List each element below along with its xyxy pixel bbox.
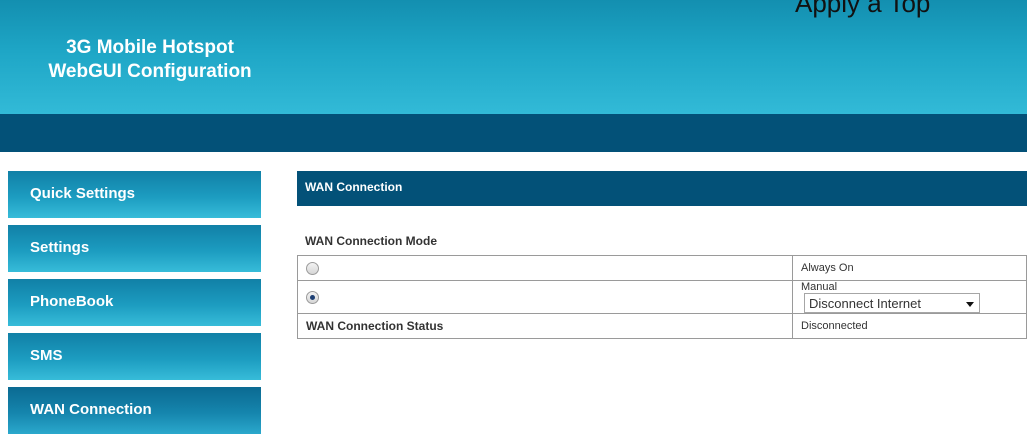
main-content: WAN Connection WAN Connection Mode Alway… bbox=[297, 171, 1027, 339]
app-title: 3G Mobile Hotspot WebGUI Configuration bbox=[30, 36, 270, 84]
manual-action-value: Disconnect Internet bbox=[809, 296, 922, 311]
sidebar-item-phonebook[interactable]: PhoneBook bbox=[8, 279, 261, 326]
wan-status-value: Disconnected bbox=[801, 320, 868, 332]
always-on-radio[interactable] bbox=[306, 262, 319, 276]
sidebar-item-settings[interactable]: Settings bbox=[8, 225, 261, 272]
manual-radio[interactable] bbox=[306, 291, 319, 305]
wan-mode-label: WAN Connection Mode bbox=[305, 234, 437, 248]
sidebar-item-label: Quick Settings bbox=[30, 185, 136, 202]
sidebar-item-label: Settings bbox=[30, 239, 90, 256]
sidebar-item-label: PhoneBook bbox=[30, 293, 114, 310]
sidebar-item-sms[interactable]: SMS bbox=[8, 333, 261, 380]
chevron-down-icon bbox=[966, 302, 974, 307]
manual-label: Manual bbox=[801, 281, 838, 293]
app-title-line2: WebGUI Configuration bbox=[48, 61, 252, 82]
always-on-label: Always On bbox=[801, 262, 854, 274]
header: 3G Mobile Hotspot WebGUI Configuration A… bbox=[0, 0, 1027, 114]
wan-settings-table: Always On Manual Disconnect Internet WAN… bbox=[297, 255, 1027, 339]
wan-status-label: WAN Connection Status bbox=[306, 319, 444, 333]
table-row: WAN Connection Status Disconnected bbox=[297, 313, 1027, 339]
section-title: WAN Connection bbox=[305, 180, 403, 194]
sidebar-item-quick-settings[interactable]: Quick Settings bbox=[8, 171, 261, 218]
top-overlay-text: Apply a Top bbox=[795, 0, 931, 18]
sidebar-item-label: SMS bbox=[30, 347, 63, 364]
app-title-line1: 3G Mobile Hotspot bbox=[66, 37, 234, 58]
sidebar: Quick Settings Settings PhoneBook SMS WA… bbox=[8, 171, 261, 441]
sidebar-item-wan-connection[interactable]: WAN Connection bbox=[8, 387, 261, 434]
table-row: Always On bbox=[297, 255, 1027, 281]
table-row: Manual Disconnect Internet bbox=[297, 280, 1027, 314]
sidebar-item-label: WAN Connection bbox=[30, 401, 152, 418]
manual-action-select[interactable]: Disconnect Internet bbox=[804, 293, 980, 313]
section-header: WAN Connection bbox=[297, 171, 1027, 206]
header-band bbox=[0, 114, 1027, 152]
